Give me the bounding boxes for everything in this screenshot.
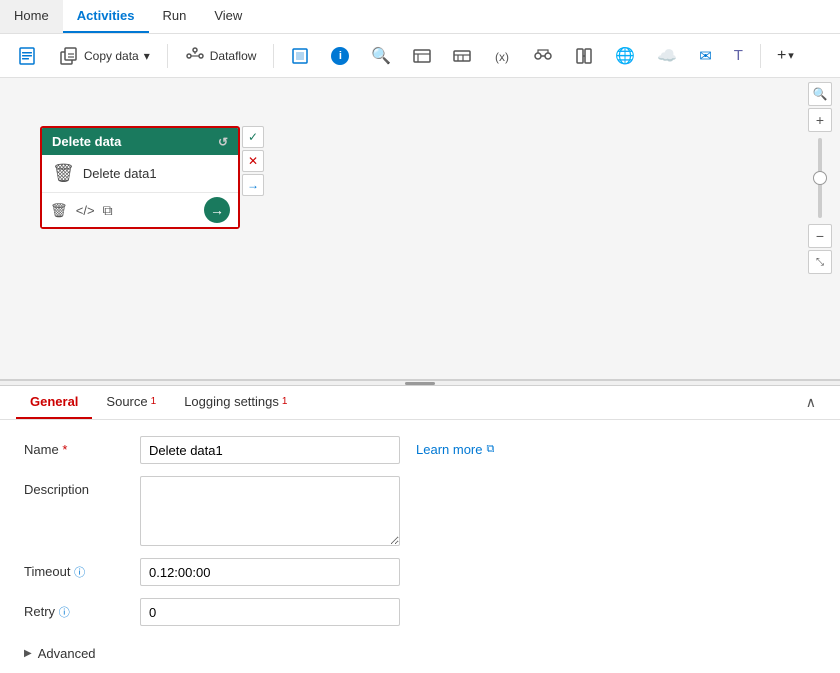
tb-icon2[interactable]: i — [322, 42, 358, 70]
page-icon-btn[interactable] — [8, 41, 46, 71]
tb-icon6[interactable] — [524, 42, 562, 70]
tb-globe[interactable]: 🌐 — [606, 41, 644, 71]
tab-logging[interactable]: Logging settings 1 — [170, 386, 301, 419]
advanced-section[interactable]: ▶ Advanced — [0, 642, 840, 673]
globe-icon: 🌐 — [615, 46, 635, 66]
copy-data-label: Copy data — [84, 49, 139, 63]
zoom-handle[interactable] — [813, 171, 827, 185]
svg-text:(x): (x) — [495, 50, 509, 64]
zoom-controls: 🔍 + − ⤡ — [808, 82, 832, 274]
description-input[interactable] — [140, 476, 400, 546]
node-code-btn[interactable]: </> — [76, 203, 95, 218]
dataflow-icon — [185, 46, 205, 66]
collapse-panel-btn[interactable]: ∧ — [798, 386, 824, 419]
info-icon: i — [331, 47, 349, 65]
tb-icon5[interactable]: (x) — [484, 42, 520, 70]
plus-icon: + — [777, 47, 786, 65]
name-row: Name * Learn more ⧉ — [24, 436, 816, 464]
activity-node[interactable]: Delete data ↺ 🗑 Delete data1 🗑 </> ⧉ → — [40, 126, 240, 229]
tb-search[interactable]: 🔍 — [362, 41, 400, 71]
zoom-slider[interactable] — [818, 138, 822, 218]
tb-teams[interactable]: T — [725, 42, 752, 69]
cloud-icon: ☁️ — [657, 46, 677, 66]
retry-info-icon[interactable]: ⓘ — [59, 607, 70, 619]
copy-data-icon — [59, 46, 79, 66]
props-tabs: General Source 1 Logging settings 1 ∧ — [0, 386, 840, 420]
separator-2 — [273, 44, 274, 68]
retry-row: Retry ⓘ — [24, 598, 816, 626]
description-row: Description — [24, 476, 816, 546]
tab-logging-badge: 1 — [282, 396, 288, 407]
zoom-search-btn[interactable]: 🔍 — [808, 82, 832, 106]
side-arrow-btn[interactable]: → — [242, 174, 264, 196]
props-panel: General Source 1 Logging settings 1 ∧ Na… — [0, 386, 840, 673]
menu-view[interactable]: View — [200, 0, 256, 33]
separator-1 — [167, 44, 168, 68]
node-body: 🗑 Delete data1 — [42, 155, 238, 192]
node-actions: 🗑 </> ⧉ → — [42, 192, 238, 227]
retry-label: Retry ⓘ — [24, 598, 124, 620]
description-label: Description — [24, 476, 124, 497]
node-header: Delete data ↺ — [42, 128, 238, 155]
tb-icon7[interactable] — [566, 42, 602, 70]
node-delete-btn[interactable]: 🗑 — [50, 202, 68, 219]
timeout-info-icon[interactable]: ⓘ — [74, 567, 85, 579]
dataflow-label: Dataflow — [210, 49, 257, 63]
toolbar: Copy data ▾ Dataflow i 🔍 (x) 🌐 ☁️ ✉ — [0, 34, 840, 78]
separator-3 — [760, 44, 761, 68]
tab-logging-label: Logging settings — [184, 394, 279, 409]
external-link-icon: ⧉ — [486, 443, 494, 456]
menu-activities[interactable]: Activities — [63, 0, 149, 33]
tab-source-label: Source — [106, 394, 147, 409]
node-side-actions: ✓ ✕ → — [242, 126, 264, 196]
email-icon: ✉ — [699, 47, 712, 65]
page-icon — [17, 46, 37, 66]
canvas-area[interactable]: Delete data ↺ 🗑 Delete data1 🗑 </> ⧉ → ✓… — [0, 78, 840, 380]
add-more-btn[interactable]: + ▾ — [769, 43, 802, 69]
tb-icon3[interactable] — [404, 42, 440, 70]
learn-more-link[interactable]: Learn more ⧉ — [416, 436, 494, 457]
tb-icon1[interactable] — [282, 42, 318, 70]
menu-bar: Home Activities Run View — [0, 0, 840, 34]
node-copy-btn[interactable]: ⧉ — [103, 202, 113, 219]
copy-data-btn[interactable]: Copy data ▾ — [50, 41, 159, 71]
menu-run[interactable]: Run — [149, 0, 201, 33]
timeout-label: Timeout ⓘ — [24, 558, 124, 580]
zoom-in-btn[interactable]: + — [808, 108, 832, 132]
tb-icon8[interactable]: ☁️ — [648, 41, 686, 71]
trash-icon: 🗑 — [52, 163, 75, 184]
advanced-label: Advanced — [38, 646, 96, 661]
timeout-row: Timeout ⓘ — [24, 558, 816, 586]
zoom-out-btn[interactable]: − — [808, 224, 832, 248]
tb-email[interactable]: ✉ — [690, 42, 721, 70]
fit-screen-btn[interactable]: ⤡ — [808, 250, 832, 274]
side-x-btn[interactable]: ✕ — [242, 150, 264, 172]
tab-source-badge: 1 — [151, 396, 157, 407]
form-area: Name * Learn more ⧉ Description Timeout … — [0, 420, 840, 642]
name-input[interactable] — [140, 436, 400, 464]
props-tabs-left: General Source 1 Logging settings 1 — [16, 386, 301, 419]
node-header-label: Delete data — [52, 134, 121, 149]
node-arrow-btn[interactable]: → — [204, 197, 230, 223]
timeout-input[interactable] — [140, 558, 400, 586]
side-check-btn[interactable]: ✓ — [242, 126, 264, 148]
rotate-icon[interactable]: ↺ — [218, 135, 228, 149]
name-label: Name * — [24, 436, 124, 457]
advanced-chevron: ▶ — [24, 648, 32, 659]
dataflow-btn[interactable]: Dataflow — [176, 41, 266, 71]
name-required: * — [62, 442, 67, 457]
node-name-label: Delete data1 — [83, 166, 157, 181]
retry-input[interactable] — [140, 598, 400, 626]
tb-icon4[interactable] — [444, 42, 480, 70]
divider-handle — [405, 382, 435, 385]
learn-more-label: Learn more — [416, 442, 482, 457]
tab-source[interactable]: Source 1 — [92, 386, 170, 419]
teams-icon: T — [734, 47, 743, 64]
search-icon: 🔍 — [371, 46, 391, 66]
copy-data-chevron: ▾ — [144, 49, 150, 63]
menu-home[interactable]: Home — [0, 0, 63, 33]
tab-general-label: General — [30, 394, 78, 409]
tab-general[interactable]: General — [16, 386, 92, 419]
plus-chevron: ▾ — [788, 49, 794, 62]
